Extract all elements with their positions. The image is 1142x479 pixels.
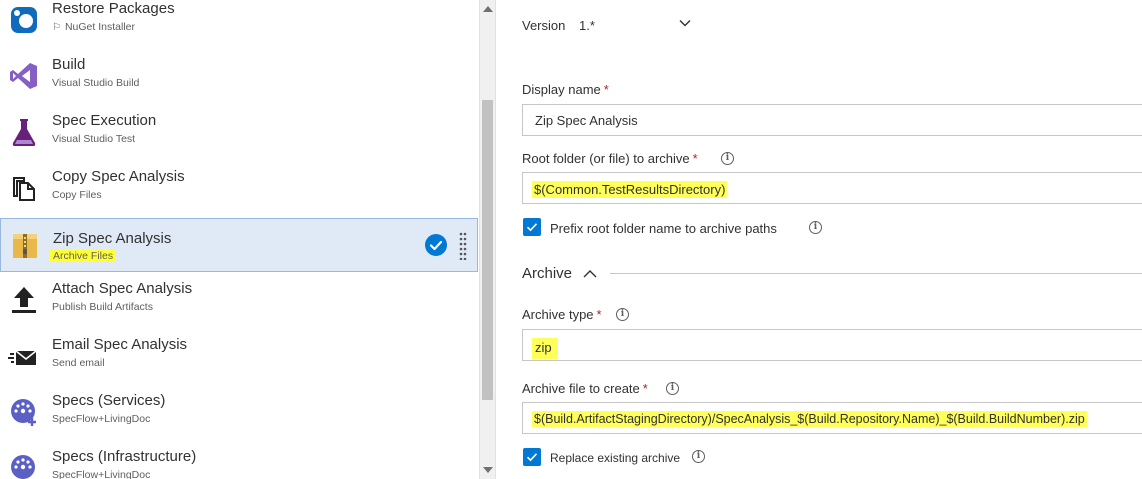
info-icon[interactable]: i	[616, 308, 629, 321]
task-subtitle-wrap: ⚐ NuGet Installer	[52, 21, 135, 33]
task-subtitle: Visual Studio Build	[52, 77, 140, 89]
root-folder-label-text: Root folder (or file) to archive	[522, 151, 690, 166]
task-subtitle: Archive Files	[50, 250, 117, 262]
visual-studio-icon	[8, 60, 40, 92]
prefix-label: Prefix root folder name to archive paths	[550, 221, 777, 236]
root-folder-label: Root folder (or file) to archive *	[522, 151, 698, 166]
task-item-specs-services[interactable]: Specs (Services) SpecFlow+LivingDoc	[0, 386, 478, 440]
scroll-down-arrow-icon[interactable]	[483, 467, 493, 473]
task-list-scrollbar[interactable]	[479, 0, 495, 479]
section-divider	[610, 273, 1142, 274]
task-item-build[interactable]: Build Visual Studio Build	[0, 50, 478, 104]
task-name: Specs (Services)	[52, 392, 166, 409]
task-item-copy-spec-analysis[interactable]: Copy Spec Analysis Copy Files	[0, 162, 478, 216]
display-name-label-text: Display name	[522, 82, 601, 97]
required-marker: *	[692, 151, 698, 166]
root-folder-input[interactable]: $(Common.TestResultsDirectory)	[522, 172, 1142, 204]
task-subtitle: Send email	[52, 357, 105, 369]
task-subtitle: Visual Studio Test	[52, 133, 136, 145]
task-item-email-spec-analysis[interactable]: Email Spec Analysis Send email	[0, 330, 478, 384]
info-icon[interactable]: i	[692, 450, 705, 463]
copy-files-icon	[8, 172, 40, 204]
task-name: Email Spec Analysis	[52, 336, 188, 353]
specflow-icon	[8, 452, 40, 479]
info-icon[interactable]: i	[809, 221, 822, 234]
scroll-thumb[interactable]	[482, 100, 493, 400]
prefix-checkbox[interactable]	[523, 218, 541, 236]
upload-icon	[8, 284, 40, 316]
task-subtitle: SpecFlow+LivingDoc	[52, 413, 151, 425]
task-name: Zip Spec Analysis	[53, 230, 172, 247]
archive-section-title[interactable]: Archive	[522, 265, 572, 282]
display-name-value: Zip Spec Analysis	[535, 113, 638, 128]
flask-icon	[8, 116, 40, 148]
task-subtitle: NuGet Installer	[64, 21, 135, 33]
replace-label: Replace existing archive	[550, 451, 681, 465]
archive-file-label-text: Archive file to create	[522, 381, 640, 396]
task-name: Specs (Infrastructure)	[52, 448, 197, 465]
display-name-label: Display name *	[522, 82, 609, 97]
version-select[interactable]: 1.*	[579, 18, 595, 33]
display-name-input[interactable]: Zip Spec Analysis	[522, 104, 1142, 136]
task-name: Build	[52, 56, 86, 73]
archive-type-label-text: Archive type	[522, 307, 594, 322]
archive-type-label: Archive type *	[522, 307, 602, 322]
task-subtitle: SpecFlow+LivingDoc	[52, 469, 151, 479]
task-name: Spec Execution	[52, 112, 157, 129]
task-subtitle: Publish Build Artifacts	[52, 301, 153, 313]
replace-checkbox[interactable]	[523, 448, 541, 466]
task-list: Restore Packages ⚐ NuGet Installer Build …	[0, 0, 479, 479]
drag-handle-icon[interactable]	[459, 232, 467, 261]
root-folder-value: $(Common.TestResultsDirectory)	[532, 181, 728, 198]
flag-icon: ⚐	[52, 22, 61, 33]
archive-file-value: $(Build.ArtifactStagingDirectory)/SpecAn…	[532, 411, 1087, 427]
archive-type-select[interactable]: zip	[522, 329, 1142, 361]
info-icon[interactable]: i	[721, 152, 734, 165]
required-marker: *	[642, 381, 648, 396]
task-name: Copy Spec Analysis	[52, 168, 185, 185]
archive-type-value: zip	[532, 338, 558, 359]
archive-icon	[9, 229, 41, 261]
nuget-icon	[8, 4, 40, 36]
task-item-specs-infrastructure[interactable]: Specs (Infrastructure) SpecFlow+LivingDo…	[0, 442, 478, 479]
task-properties-panel: Version 1.* Display name * Zip Spec Analy…	[496, 0, 1142, 479]
task-item-attach-spec-analysis[interactable]: Attach Spec Analysis Publish Build Artif…	[0, 274, 478, 328]
task-name: Restore Packages	[52, 0, 175, 17]
task-item-spec-execution[interactable]: Spec Execution Visual Studio Test	[0, 106, 478, 160]
specflow-icon	[8, 396, 40, 428]
task-subtitle: Copy Files	[52, 189, 102, 201]
email-icon	[8, 340, 40, 372]
task-name: Attach Spec Analysis	[52, 280, 193, 297]
task-item-restore-packages[interactable]: Restore Packages ⚐ NuGet Installer	[0, 0, 478, 48]
chevron-down-icon[interactable]	[678, 16, 692, 35]
version-label: Version	[522, 18, 566, 33]
required-marker: *	[603, 82, 609, 97]
archive-file-input[interactable]: $(Build.ArtifactStagingDirectory)/SpecAn…	[522, 402, 1142, 434]
chevron-up-icon[interactable]	[582, 267, 598, 286]
scroll-up-arrow-icon[interactable]	[483, 6, 493, 12]
required-marker: *	[596, 307, 602, 322]
archive-file-label: Archive file to create *	[522, 381, 648, 396]
info-icon[interactable]: i	[666, 382, 679, 395]
task-item-zip-spec-analysis[interactable]: Zip Spec Analysis Archive Files	[0, 218, 478, 272]
check-circle-icon	[425, 234, 447, 256]
